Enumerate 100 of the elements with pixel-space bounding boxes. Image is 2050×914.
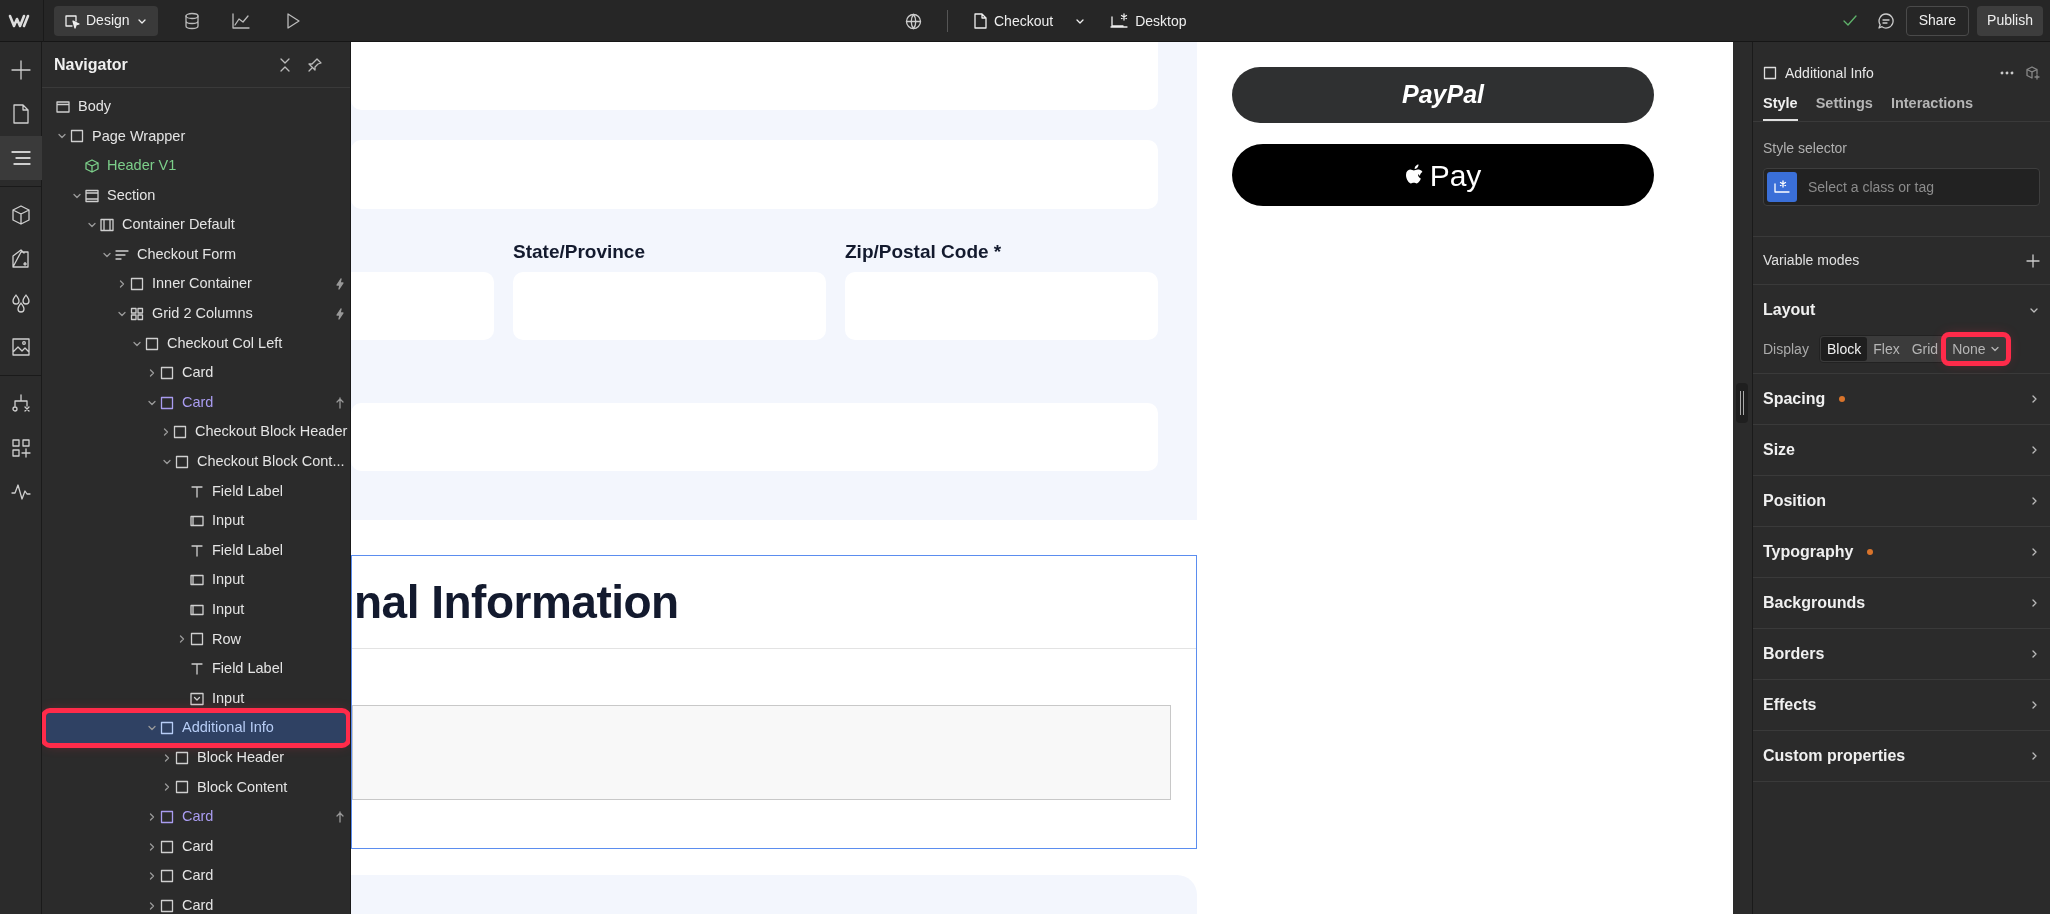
text-icon xyxy=(190,484,204,499)
caret-right-icon[interactable] xyxy=(162,782,172,793)
tree-item[interactable]: Section xyxy=(46,180,346,211)
more-icon[interactable] xyxy=(2000,71,2014,75)
caret-right-icon[interactable] xyxy=(161,427,171,438)
caret-right-icon[interactable] xyxy=(117,279,127,290)
globe-icon[interactable] xyxy=(905,12,922,30)
tree-item[interactable]: Card xyxy=(46,387,346,418)
tree-item[interactable]: Row xyxy=(46,624,346,655)
tree-item[interactable]: Input xyxy=(46,683,346,714)
tree-item[interactable]: Page Wrapper xyxy=(46,121,346,152)
section-header[interactable]: Size xyxy=(1753,425,2050,476)
tree-item[interactable]: Field Label xyxy=(46,476,346,507)
caret-right-icon[interactable] xyxy=(147,812,157,823)
chart-icon[interactable] xyxy=(231,12,250,29)
section-header[interactable]: Borders xyxy=(1753,629,2050,680)
comment-icon[interactable] xyxy=(1877,12,1894,29)
container-icon xyxy=(100,218,114,233)
paypal-button[interactable]: PayPal xyxy=(1232,67,1654,123)
caret-right-icon[interactable] xyxy=(147,871,157,882)
tree-item-label: Field Label xyxy=(212,481,283,501)
square-icon xyxy=(160,366,174,381)
square-icon xyxy=(190,632,204,647)
form-icon xyxy=(115,247,129,262)
image-icon xyxy=(10,337,31,357)
menu-tool-button[interactable] xyxy=(0,136,42,180)
tree-item[interactable]: Input xyxy=(46,595,346,625)
cube-plus-icon[interactable] xyxy=(2026,66,2040,80)
tree-item[interactable]: Container Default xyxy=(46,210,346,240)
share-button[interactable]: Share xyxy=(1905,5,1970,36)
tree-item-label: Checkout Form xyxy=(137,244,237,264)
tree-item[interactable]: Checkout Form xyxy=(46,239,346,270)
tree-item-label: Page Wrapper xyxy=(92,126,186,146)
tree-item[interactable]: Header V1 xyxy=(46,151,346,181)
section-header[interactable]: Custom properties xyxy=(1753,731,2050,782)
tree-item[interactable]: Field Label xyxy=(46,654,346,684)
pulse-icon xyxy=(10,482,31,502)
tree-item[interactable]: Card xyxy=(46,831,346,862)
style-selector-field[interactable]: Select a class or tag xyxy=(1763,168,2040,206)
tree-item-label: Additional Info xyxy=(182,718,274,738)
display-option[interactable]: Grid xyxy=(1905,337,1945,361)
caret-right-icon[interactable] xyxy=(147,900,157,911)
tree-item[interactable]: Card xyxy=(46,802,346,832)
tree-item[interactable]: Input xyxy=(46,565,346,596)
design-mode-button[interactable]: Design xyxy=(54,5,158,36)
input-field[interactable] xyxy=(351,272,494,340)
square-icon xyxy=(160,721,174,736)
tree-item[interactable]: Checkout Col Left xyxy=(46,328,346,359)
square-icon xyxy=(173,425,187,440)
tab[interactable]: Interactions xyxy=(1890,88,1974,121)
input-field[interactable] xyxy=(351,140,1158,209)
section-header[interactable]: Spacing xyxy=(1753,374,2050,425)
tree-item[interactable]: Checkout Block Cont... xyxy=(46,447,346,477)
apple-pay-button[interactable]: Pay xyxy=(1232,144,1654,206)
tree-item-label: Section xyxy=(107,185,156,205)
input-field[interactable] xyxy=(351,42,1158,110)
class-button[interactable] xyxy=(1767,172,1797,202)
database-icon[interactable] xyxy=(183,11,200,30)
tree-item-label: Row xyxy=(212,629,241,649)
plus-icon[interactable] xyxy=(2026,253,2040,268)
publish-button[interactable]: Publish xyxy=(1977,5,2043,36)
caret-right-icon[interactable] xyxy=(147,368,157,379)
section-icon xyxy=(85,188,99,203)
tree-item-label: Input xyxy=(212,600,245,619)
tree-item[interactable]: Field Label xyxy=(46,535,346,566)
tree-item[interactable]: Grid 2 Columns xyxy=(46,299,346,329)
resize-handle[interactable] xyxy=(1736,383,1748,423)
cube-icon xyxy=(85,159,99,173)
page-selector[interactable]: Checkout xyxy=(974,10,1087,32)
play-icon[interactable] xyxy=(285,12,300,29)
tree-item[interactable]: Card xyxy=(46,358,346,388)
tree-item[interactable]: Inner Container xyxy=(46,269,346,300)
caret-right-icon[interactable] xyxy=(162,752,172,763)
section-header[interactable]: Position xyxy=(1753,476,2050,527)
caret-right-icon[interactable] xyxy=(147,841,157,852)
square-icon xyxy=(160,395,174,410)
square-icon xyxy=(160,810,174,825)
input-field[interactable] xyxy=(351,403,1158,471)
pin-icon[interactable] xyxy=(308,57,322,72)
display-option[interactable]: Flex xyxy=(1867,337,1906,361)
collapse-icon[interactable] xyxy=(279,57,291,72)
apps-icon xyxy=(10,438,31,458)
tree-item[interactable]: Block Content xyxy=(46,772,346,803)
section-heading: nal Information xyxy=(354,574,679,630)
section-header[interactable]: Backgrounds xyxy=(1753,578,2050,629)
display-option[interactable]: Block xyxy=(1821,337,1868,361)
caret-right-icon[interactable] xyxy=(177,634,187,645)
tree-item[interactable]: Input xyxy=(46,506,346,536)
tree-item-label: Card xyxy=(182,836,214,856)
tree-item[interactable]: Card xyxy=(46,891,346,914)
tree-item[interactable]: Card xyxy=(46,861,346,892)
tree-item[interactable]: Checkout Block Header xyxy=(46,417,346,448)
tree-item-label: Checkout Block Header xyxy=(195,422,348,442)
tree-item[interactable]: Body xyxy=(46,92,346,122)
section-header[interactable]: Effects xyxy=(1753,680,2050,731)
tree-item[interactable]: Block Header xyxy=(46,743,346,773)
tab[interactable]: Settings xyxy=(1815,88,1873,121)
tab[interactable]: Style xyxy=(1763,88,1798,121)
section-header[interactable]: Typography xyxy=(1753,527,2050,578)
breakpoint-selector[interactable]: Desktop xyxy=(1110,10,1187,32)
